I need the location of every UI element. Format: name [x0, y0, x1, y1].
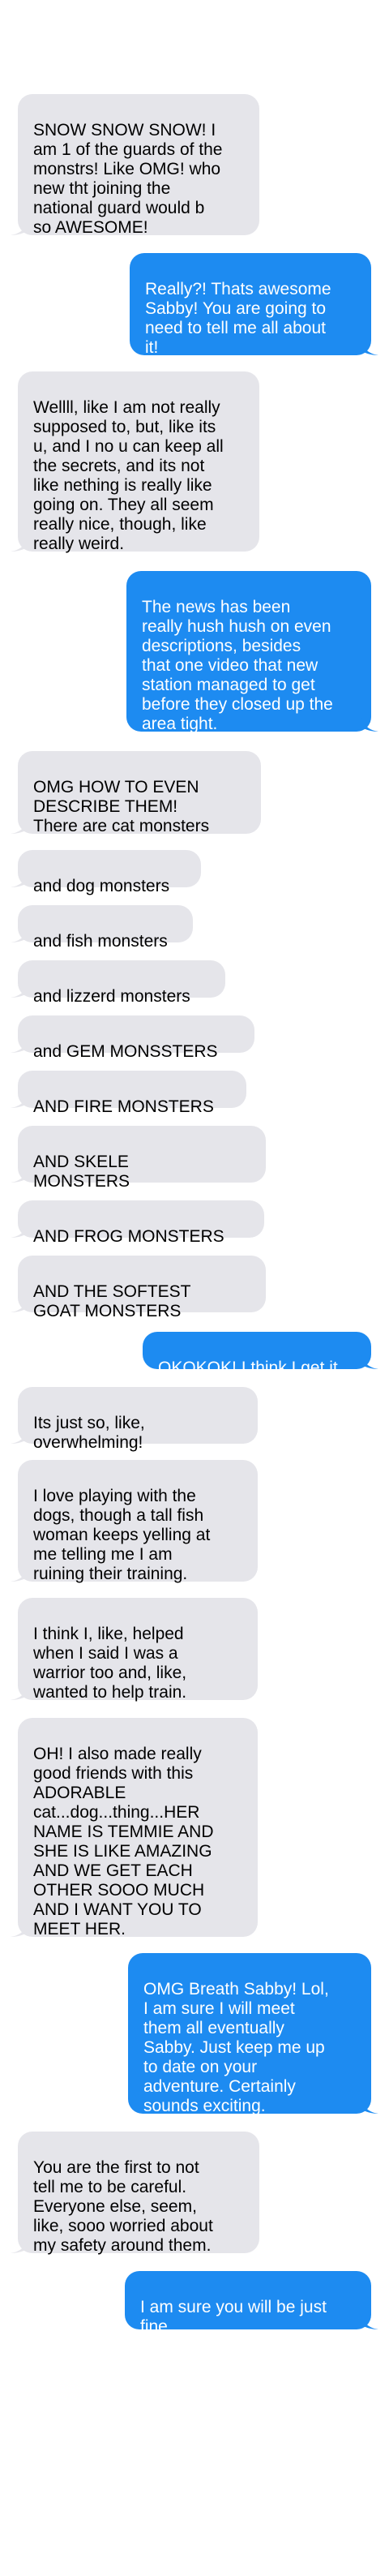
message-text: and fish monsters — [33, 932, 168, 951]
bubble-tail-icon — [11, 1682, 28, 1700]
message-text: I love playing with the dogs, though a t… — [33, 1487, 211, 1583]
bubble-tail-icon — [11, 2235, 28, 2253]
bubble-tail-icon — [11, 1220, 28, 1238]
bubble-tail-icon — [11, 1294, 28, 1312]
incoming-message: AND FROG MONSTERS — [11, 1200, 264, 1246]
message-text: AND FROG MONSTERS — [33, 1227, 224, 1246]
bubble-tail-icon — [11, 1426, 28, 1444]
bubble-tail-icon — [361, 2312, 378, 2329]
bubble-tail-icon — [11, 816, 28, 834]
message-text: OH! I also made really good friends with… — [33, 1745, 214, 1938]
message-text: AND FIRE MONSTERS — [33, 1097, 214, 1116]
message-text: Its just so, like, overwhelming! — [33, 1414, 145, 1452]
message-text: I think I, like, helped when I said I wa… — [33, 1625, 187, 1702]
bubble-tail-icon — [361, 2096, 378, 2114]
message-text: I am sure you will be just fine. — [140, 2298, 327, 2336]
message-text: AND THE SOFTEST GOAT MONSTERS — [33, 1282, 191, 1320]
bubble-tail-icon — [11, 1564, 28, 1582]
incoming-message: OH! I also made really good friends with… — [11, 1718, 258, 1938]
message-text: and dog monsters — [33, 877, 170, 895]
bubble-tail-icon — [361, 1351, 378, 1369]
message-text: OKOKOK! I think I get it — [158, 1359, 338, 1377]
incoming-message: You are the first to not tell me to be c… — [11, 2132, 259, 2255]
message-text: OMG Breath Sabby! Lol, I am sure I will … — [143, 1980, 329, 2115]
incoming-message: and GEM MONSSTERS — [11, 1015, 254, 1061]
message-text: Really?! Thats awesome Sabby! You are go… — [145, 280, 331, 357]
outgoing-message: OKOKOK! I think I get it — [143, 1332, 378, 1377]
incoming-message: Its just so, like, overwhelming! — [11, 1387, 258, 1452]
incoming-message: and dog monsters — [11, 850, 201, 895]
incoming-message: OMG HOW TO EVEN DESCRIBE THEM! There are… — [11, 751, 261, 835]
message-text: OMG HOW TO EVEN DESCRIBE THEM! There are… — [33, 778, 210, 835]
incoming-message: I love playing with the dogs, though a t… — [11, 1460, 258, 1583]
bubble-tail-icon — [11, 534, 28, 552]
bubble-tail-icon — [11, 1090, 28, 1108]
message-text: and GEM MONSSTERS — [33, 1042, 218, 1061]
message-thread: SNOW SNOW SNOW! I am 1 of the guards of … — [0, 0, 389, 2576]
bubble-tail-icon — [11, 869, 28, 887]
incoming-message: SNOW SNOW SNOW! I am 1 of the guards of … — [11, 94, 259, 237]
bubble-tail-icon — [11, 980, 28, 998]
incoming-message: AND FIRE MONSTERS — [11, 1071, 246, 1116]
outgoing-message: OMG Breath Sabby! Lol, I am sure I will … — [128, 1953, 378, 2115]
bubble-tail-icon — [361, 714, 378, 732]
message-text: Wellll, like I am not really supposed to… — [33, 398, 224, 553]
incoming-message: AND SKELE MONSTERS — [11, 1126, 266, 1191]
outgoing-message: The news has been really hush hush on ev… — [126, 571, 378, 733]
bubble-tail-icon — [11, 1165, 28, 1183]
bubble-tail-icon — [11, 1035, 28, 1053]
message-text: SNOW SNOW SNOW! I am 1 of the guards of … — [33, 121, 223, 237]
incoming-message: I think I, like, helped when I said I wa… — [11, 1598, 258, 1702]
message-text: You are the first to not tell me to be c… — [33, 2158, 213, 2255]
bubble-tail-icon — [11, 1919, 28, 1937]
bubble-tail-icon — [361, 337, 378, 355]
incoming-message: and lizzerd monsters — [11, 960, 225, 1006]
outgoing-message: I am sure you will be just fine. — [125, 2271, 378, 2336]
incoming-message: and fish monsters — [11, 905, 193, 951]
bubble-tail-icon — [11, 925, 28, 942]
incoming-message: AND THE SOFTEST GOAT MONSTERS — [11, 1256, 266, 1320]
outgoing-message: Really?! Thats awesome Sabby! You are go… — [130, 253, 378, 357]
bubble-tail-icon — [11, 217, 28, 235]
message-text: AND SKELE MONSTERS — [33, 1153, 130, 1191]
message-text: The news has been really hush hush on ev… — [142, 598, 333, 733]
message-text: and lizzerd monsters — [33, 987, 190, 1006]
incoming-message: Wellll, like I am not really supposed to… — [11, 371, 259, 553]
